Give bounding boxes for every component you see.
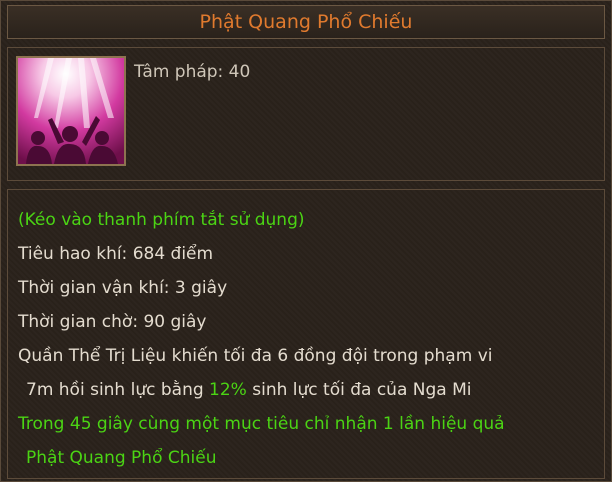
title-bar: Phật Quang Phổ Chiếu [7, 5, 605, 39]
limit-line-2: Phật Quang Phổ Chiếu [26, 448, 217, 468]
heal-percent: 12% [209, 380, 247, 400]
skill-title: Phật Quang Phổ Chiếu [199, 11, 413, 33]
limit-line-1: Trong 45 giây cùng một mục tiêu chỉ nhận… [18, 414, 505, 434]
energy-cost: Tiêu hao khí: 684 điểm [18, 244, 214, 264]
drag-hint: (Kéo vào thanh phím tắt sử dụng) [18, 210, 305, 230]
description-panel: (Kéo vào thanh phím tắt sử dụng) Tiêu ha… [7, 189, 605, 479]
skill-tooltip: Phật Quang Phổ Chiếu Tâm pháp: 40 (Kéo v… [0, 0, 612, 482]
skill-stat: Tâm pháp: 40 [134, 62, 251, 82]
effect-line-1: Quần Thể Trị Liệu khiến tối đa 6 đồng độ… [18, 346, 493, 366]
cast-time: Thời gian vận khí: 3 giây [18, 278, 228, 298]
effect-text-a: 7m hồi sinh lực bằng [26, 380, 210, 400]
effect-line-2: 7m hồi sinh lực bằng 12% sinh lực tối đa… [26, 380, 472, 400]
info-panel: Tâm pháp: 40 [7, 47, 605, 181]
cooldown: Thời gian chờ: 90 giây [18, 312, 207, 332]
skill-icon [16, 56, 126, 166]
skill-icon-art [18, 58, 124, 164]
effect-text-b: sinh lực tối đa của Nga Mi [246, 380, 472, 400]
